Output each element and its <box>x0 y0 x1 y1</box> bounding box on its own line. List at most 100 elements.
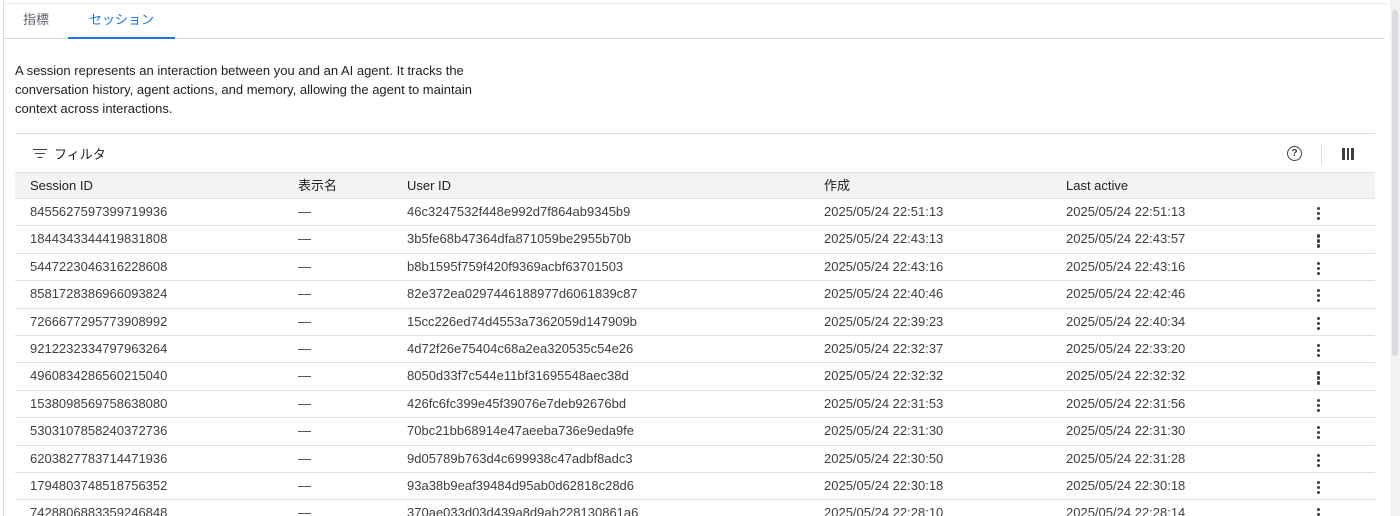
created-cell: 2025/05/24 22:39:23 <box>824 313 944 329</box>
header-last-active[interactable]: Last active <box>1066 173 1128 199</box>
more-vert-icon[interactable] <box>1317 316 1321 330</box>
session-id-cell: 7266677295773908992 <box>30 313 168 329</box>
more-vert-icon[interactable] <box>1317 426 1321 440</box>
description-line: A session represents an interaction betw… <box>15 63 464 78</box>
user-id-cell: 9d05789b763d4c699938c47adbf8adc3 <box>407 450 633 466</box>
table-body: 8455627597399719936 — 46c3247532f448e992d7… <box>15 199 1375 516</box>
filter-label: フィルタ <box>54 147 106 162</box>
user-id-cell: 3b5fe68b47364dfa871059be2955b70b <box>407 231 632 247</box>
session-id-cell: 1538098569758638080 <box>30 395 168 411</box>
created-cell: 2025/05/24 22:43:13 <box>824 231 944 247</box>
created-cell: 2025/05/24 22:28:10 <box>824 505 944 516</box>
table-row[interactable]: 5447223046316228608 — b8b1595f759f420f9369… <box>15 254 1375 282</box>
display-name-cell: — <box>298 450 311 466</box>
header-created[interactable]: 作成 <box>824 173 850 199</box>
scrollbar-thumb[interactable] <box>1392 10 1398 356</box>
table-row[interactable]: 8455627597399719936 — 46c3247532f448e992d7… <box>15 199 1375 227</box>
last-active-cell: 2025/05/24 22:30:18 <box>1066 477 1186 493</box>
filter-icon <box>33 148 47 159</box>
table-row[interactable]: 1844343344419831808 — 3b5fe68b47364dfa8710… <box>15 226 1375 254</box>
table-row[interactable]: 7266677295773908992 — 15cc226ed74d4553a736… <box>15 309 1375 336</box>
session-id-cell: 8455627597399719936 <box>30 204 168 219</box>
session-id-cell: 7428806883359246848 <box>30 505 168 516</box>
panel-left-border <box>3 0 4 516</box>
session-id-cell: 1844343344419831808 <box>30 231 168 247</box>
more-vert-icon[interactable] <box>1317 398 1321 412</box>
last-active-cell: 2025/05/24 22:33:20 <box>1066 340 1186 356</box>
header-user-id[interactable]: User ID <box>407 173 451 199</box>
table-row[interactable]: 8581728386966093824 — 82e372ea029744618897… <box>15 281 1375 309</box>
more-vert-icon[interactable] <box>1317 289 1321 303</box>
tab-bar: 指標 セッション <box>4 4 1385 39</box>
display-name-cell: — <box>298 340 311 356</box>
description-line: context across interactions. <box>15 101 173 116</box>
created-cell: 2025/05/24 22:40:46 <box>824 286 944 302</box>
table-row[interactable]: 4960834286560215040 — 8050d33f7c544e11bf31… <box>15 363 1375 391</box>
user-id-cell: 82e372ea0297446188977d6061839c87 <box>407 286 638 302</box>
help-circle-icon[interactable]: ? <box>1287 146 1302 161</box>
description-line: conversation history, agent actions, and… <box>15 82 472 97</box>
more-vert-icon[interactable] <box>1317 343 1321 358</box>
last-active-cell: 2025/05/24 22:42:46 <box>1066 286 1186 302</box>
created-cell: 2025/05/24 22:30:50 <box>824 450 944 466</box>
table-row[interactable]: 1538098569758638080 — 426fc6fc399e45f39076… <box>15 391 1375 419</box>
tab-sessions[interactable]: セッション <box>68 4 176 39</box>
last-active-cell: 2025/05/24 22:43:57 <box>1066 231 1186 247</box>
header-session-id[interactable]: Session ID <box>30 173 93 199</box>
table-header: Session ID 表示名 User ID 作成 Last active <box>15 172 1375 199</box>
created-cell: 2025/05/24 22:32:32 <box>824 368 944 384</box>
display-name-cell: — <box>298 313 311 329</box>
display-name-cell: — <box>298 286 311 302</box>
created-cell: 2025/05/24 22:43:16 <box>824 258 944 274</box>
session-id-cell: 5447223046316228608 <box>30 258 168 274</box>
last-active-cell: 2025/05/24 22:40:34 <box>1066 313 1186 329</box>
more-vert-icon[interactable] <box>1317 480 1321 495</box>
tab-metrics[interactable]: 指標 <box>4 4 68 38</box>
more-vert-icon[interactable] <box>1317 234 1321 248</box>
display-name-cell: — <box>298 505 311 516</box>
last-active-cell: 2025/05/24 22:32:32 <box>1066 368 1186 384</box>
user-id-cell: 370ae033d03d439a8d9ab228130861a6 <box>407 505 639 516</box>
more-vert-icon[interactable] <box>1317 508 1321 516</box>
table-row[interactable]: 9212232334797963264 — 4d72f26e75404c68a2ea… <box>15 336 1375 364</box>
vertical-scrollbar[interactable] <box>1390 0 1400 516</box>
more-vert-icon[interactable] <box>1317 261 1321 275</box>
table-row[interactable]: 7428806883359246848 — 370ae033d03d439a8d9a… <box>15 500 1375 516</box>
view-columns-icon[interactable] <box>1342 148 1354 160</box>
table-row[interactable]: 6203827783714471936 — 9d05789b763d4c699938… <box>15 446 1375 473</box>
session-id-cell: 1794803748518756352 <box>30 477 168 493</box>
created-cell: 2025/05/24 22:31:30 <box>824 423 944 439</box>
user-id-cell: 426fc6fc399e45f39076e7deb92676bd <box>407 395 627 411</box>
sessions-page: 指標 セッション A session represents an interac… <box>0 0 1400 516</box>
last-active-cell: 2025/05/24 22:51:13 <box>1066 204 1186 219</box>
user-id-cell: 8050d33f7c544e11bf31695548aec38d <box>407 368 629 384</box>
more-vert-icon[interactable] <box>1317 453 1321 467</box>
table-row[interactable]: 1794803748518756352 — 93a38b9eaf39484d95ab… <box>15 473 1375 501</box>
session-id-cell: 8581728386966093824 <box>30 286 168 302</box>
header-display-name[interactable]: 表示名 <box>298 173 337 199</box>
last-active-cell: 2025/05/24 22:31:28 <box>1066 450 1186 466</box>
display-name-cell: — <box>298 477 311 493</box>
created-cell: 2025/05/24 22:31:53 <box>824 395 944 411</box>
session-id-cell: 5303107858240372736 <box>30 423 168 439</box>
last-active-cell: 2025/05/24 22:43:16 <box>1066 258 1186 274</box>
session-id-cell: 4960834286560215040 <box>30 368 168 384</box>
created-cell: 2025/05/24 22:51:13 <box>824 204 944 219</box>
sessions-table: Session ID 表示名 User ID 作成 Last active 84… <box>15 172 1375 516</box>
created-cell: 2025/05/24 22:32:37 <box>824 340 944 356</box>
display-name-cell: — <box>298 395 311 411</box>
table-row[interactable]: 5303107858240372736 — 70bc21bb68914e47aeeb… <box>15 418 1375 446</box>
toolbar-divider <box>1321 143 1322 165</box>
last-active-cell: 2025/05/24 22:31:30 <box>1066 423 1186 439</box>
more-vert-icon[interactable] <box>1317 371 1321 385</box>
more-vert-icon[interactable] <box>1317 207 1321 221</box>
sessions-description: A session represents an interaction betw… <box>15 61 515 118</box>
user-id-cell: 93a38b9eaf39484d95ab0d62818c28d6 <box>407 477 635 493</box>
user-id-cell: 70bc21bb68914e47aeeba736e9eda9fe <box>407 423 635 439</box>
filter-button[interactable]: フィルタ <box>33 144 106 163</box>
user-id-cell: 46c3247532f448e992d7f864ab9345b9 <box>407 204 631 219</box>
last-active-cell: 2025/05/24 22:28:14 <box>1066 505 1186 516</box>
display-name-cell: — <box>298 258 311 274</box>
user-id-cell: 15cc226ed74d4553a7362059d147909b <box>407 313 637 329</box>
display-name-cell: — <box>298 204 311 219</box>
